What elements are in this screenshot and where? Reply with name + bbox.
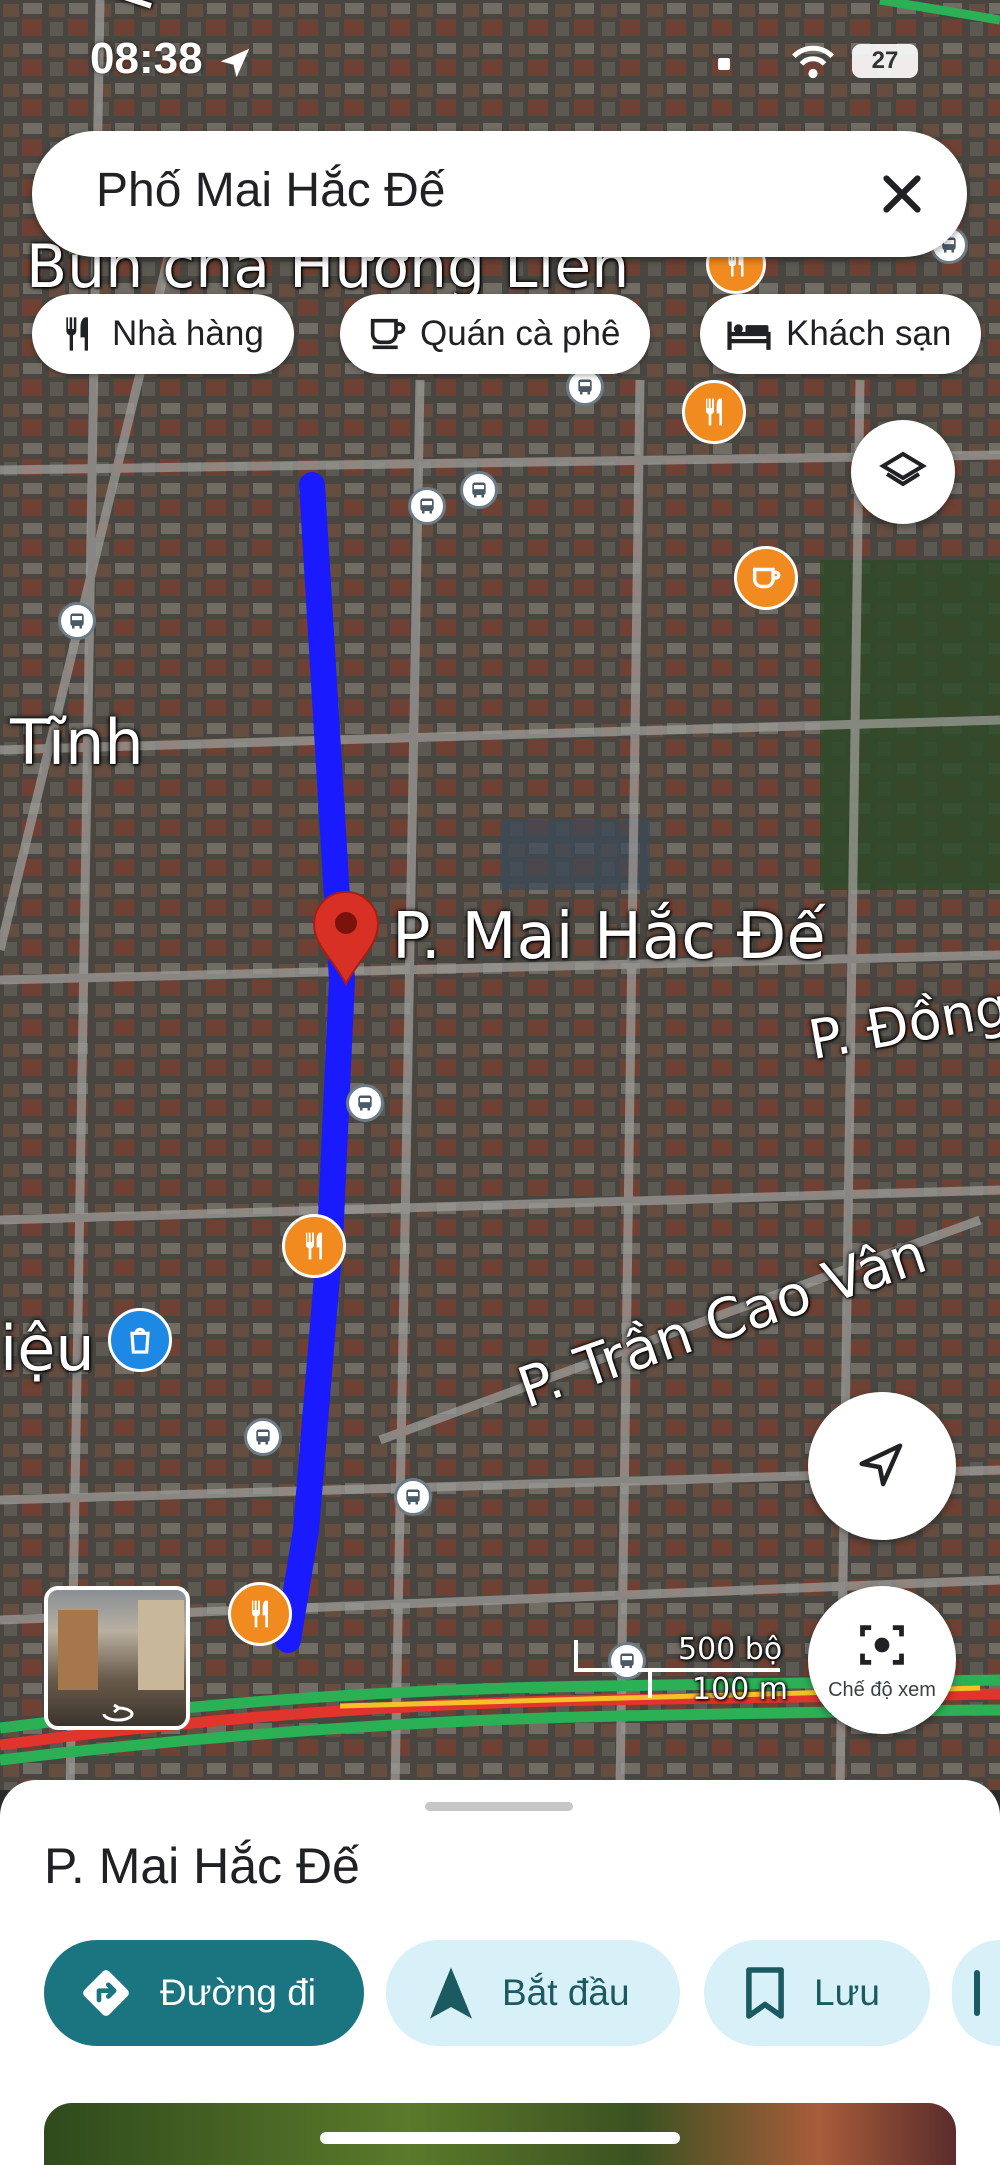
chip-restaurants[interactable]: Nhà hàng	[32, 294, 294, 374]
scale-metric: 100 m	[692, 1672, 789, 1707]
rotate-360-icon	[102, 1704, 134, 1722]
cafe-pin-icon[interactable]	[734, 546, 798, 610]
bus-stop-icon[interactable]	[244, 1418, 282, 1456]
location-pin-icon[interactable]	[312, 890, 380, 987]
bus-stop-icon[interactable]	[394, 1478, 432, 1516]
coffee-icon	[370, 318, 406, 350]
scale-bar: 500 bộ 100 m	[570, 1632, 790, 1707]
chip-cafes[interactable]: Quán cà phê	[340, 294, 651, 374]
restaurant-icon	[66, 317, 88, 351]
start-label: Bắt đầu	[502, 1972, 630, 2013]
bookmark-icon	[746, 1967, 784, 2019]
save-button[interactable]: Lưu	[704, 1940, 930, 2046]
clock: 08:38	[90, 34, 203, 83]
more-actions-button[interactable]	[952, 1940, 1000, 2046]
restaurant-pin-icon[interactable]	[228, 1582, 292, 1646]
street-view-thumbnail[interactable]	[44, 1586, 190, 1730]
directions-label: Đường đi	[160, 1972, 316, 2013]
place-title: P. Mai Hắc Đế	[44, 1838, 360, 1894]
bus-stop-icon[interactable]	[408, 487, 446, 525]
signal-dot-icon	[718, 58, 730, 70]
search-bar[interactable]: Phố Mai Hắc Đế	[32, 131, 967, 257]
search-query[interactable]: Phố Mai Hắc Đế	[96, 163, 445, 218]
sheet-drag-handle[interactable]	[425, 1802, 573, 1811]
view-mode-button[interactable]: Chế độ xem	[808, 1586, 956, 1734]
layers-icon	[879, 451, 927, 487]
directions-icon	[83, 1970, 129, 2016]
start-button[interactable]: Bắt đầu	[386, 1940, 680, 2046]
layers-button[interactable]	[851, 420, 955, 524]
area-label-tinh: Tĩnh	[10, 706, 144, 779]
home-indicator[interactable]	[320, 2132, 680, 2144]
restaurant-pin-icon[interactable]	[282, 1214, 346, 1278]
chip-label: Quán cà phê	[420, 314, 621, 353]
area-label-ieu: iệu	[0, 1312, 95, 1385]
selected-street-label: P. Mai Hắc Đế	[392, 900, 826, 974]
view-mode-label: Chế độ xem	[828, 1678, 936, 1701]
camera-lens-icon	[860, 1624, 904, 1665]
close-icon[interactable]	[871, 163, 933, 225]
save-label: Lưu	[814, 1972, 880, 2013]
shopping-bag-pin-icon[interactable]	[108, 1308, 172, 1372]
chip-hotels[interactable]: Khách sạn	[700, 294, 982, 374]
battery-indicator: 27	[852, 44, 918, 78]
restaurant-pin-icon[interactable]	[682, 380, 746, 444]
navigation-icon	[430, 1967, 472, 2019]
scale-imperial: 500 bộ	[678, 1632, 783, 1667]
navigation-arrow-icon	[859, 1443, 903, 1487]
bus-stop-icon[interactable]	[460, 471, 498, 509]
place-sheet[interactable]: P. Mai Hắc Đế Đường đi Bắt đầu Lưu	[0, 1780, 1000, 2165]
share-icon	[974, 1970, 980, 2016]
directions-button[interactable]: Đường đi	[44, 1940, 364, 2046]
bus-stop-icon[interactable]	[58, 602, 96, 640]
hotel-icon	[727, 321, 771, 350]
chip-label: Khách sạn	[786, 314, 952, 353]
location-arrow-icon	[220, 48, 250, 78]
bus-stop-icon[interactable]	[346, 1084, 384, 1122]
chip-label: Nhà hàng	[112, 314, 264, 353]
my-location-button[interactable]	[808, 1392, 956, 1540]
wifi-icon	[792, 45, 834, 79]
status-bar: 08:38 27	[0, 30, 1000, 90]
